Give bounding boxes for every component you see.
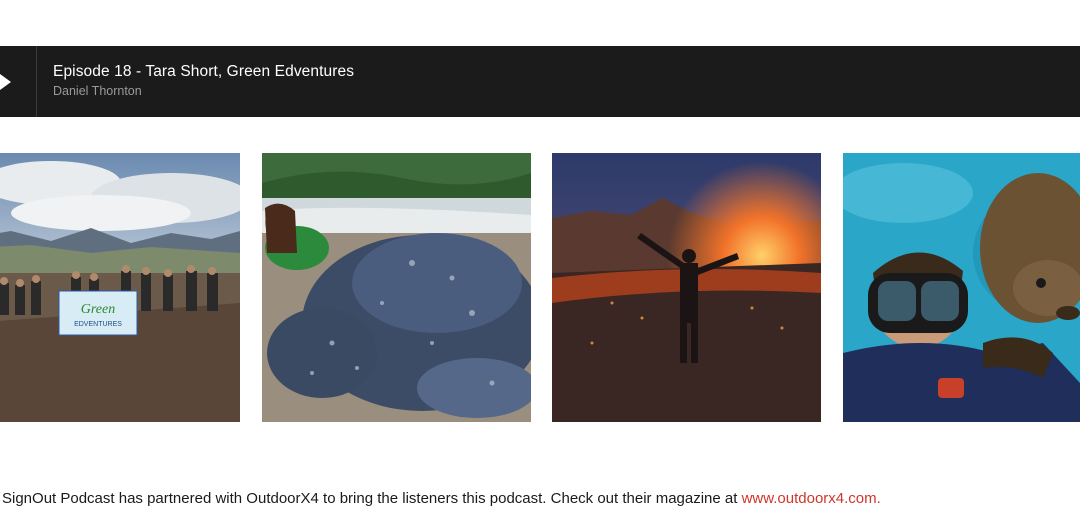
podcast-player: Episode 18 - Tara Short, Green Edventure…: [0, 46, 1080, 117]
play-button[interactable]: [0, 46, 37, 117]
volcano-eruption-photo[interactable]: [552, 153, 821, 422]
sea-lion-diver-photo[interactable]: [843, 153, 1080, 422]
sponsor-text: SignOut Podcast has partnered with Outdo…: [2, 490, 742, 507]
leatherback-turtle-photo[interactable]: [262, 153, 531, 422]
outdoorx4-link[interactable]: www.outdoorx4.com.: [742, 490, 881, 507]
play-icon[interactable]: [0, 74, 11, 90]
svg-text:EDVENTURES: EDVENTURES: [74, 321, 122, 328]
sponsor-notice: SignOut Podcast has partnered with Outdo…: [2, 490, 881, 507]
svg-text:Green: Green: [81, 302, 115, 317]
hikers-group-photo[interactable]: Green EDVENTURES: [0, 153, 240, 422]
episode-title: Episode 18 - Tara Short, Green Edventure…: [53, 63, 355, 80]
episode-author: Daniel Thornton: [53, 84, 142, 98]
